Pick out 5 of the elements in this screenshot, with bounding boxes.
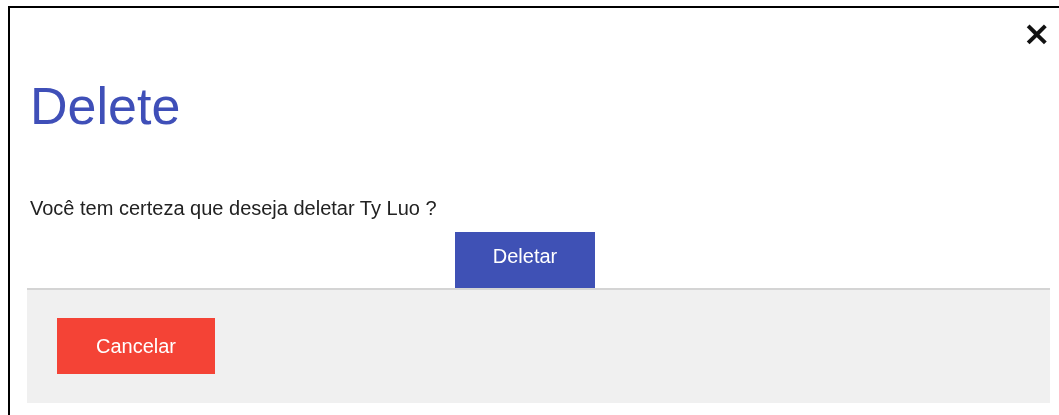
confirmation-message: Você tem certeza que deseja deletar Ty Luo ?: [30, 196, 438, 220]
delete-button[interactable]: Deletar: [455, 232, 595, 288]
dialog-title: Delete: [30, 76, 182, 136]
close-button[interactable]: ×: [1022, 20, 1051, 42]
cancel-button[interactable]: Cancelar: [57, 318, 215, 374]
